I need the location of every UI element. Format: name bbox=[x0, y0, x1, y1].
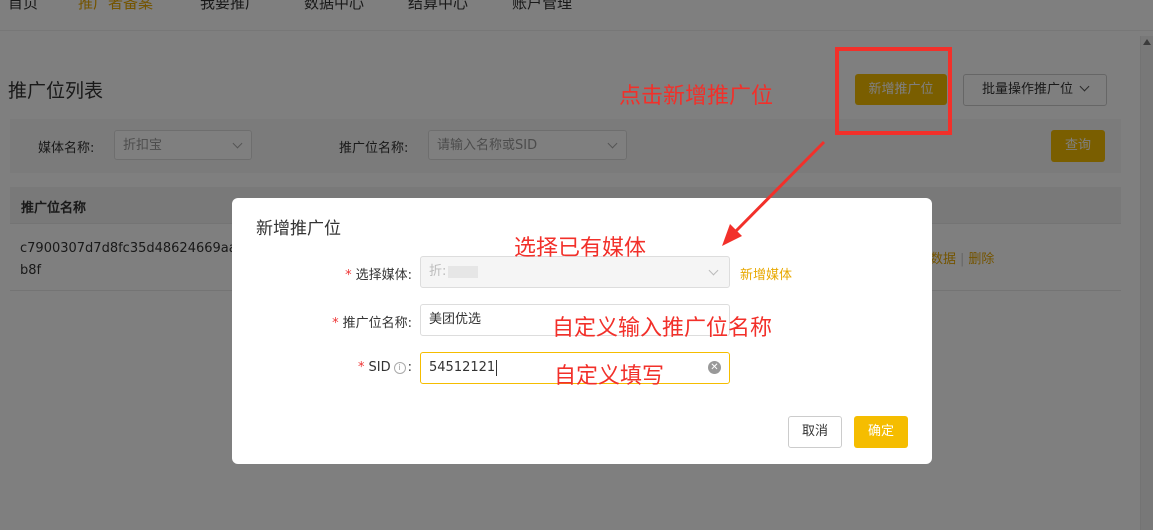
annotation-arrow bbox=[722, 140, 826, 246]
page: 首页 推广者备案 我要推广 数据中心 结算中心 账户管理 推广位列表 新增推广位… bbox=[0, 0, 1153, 530]
